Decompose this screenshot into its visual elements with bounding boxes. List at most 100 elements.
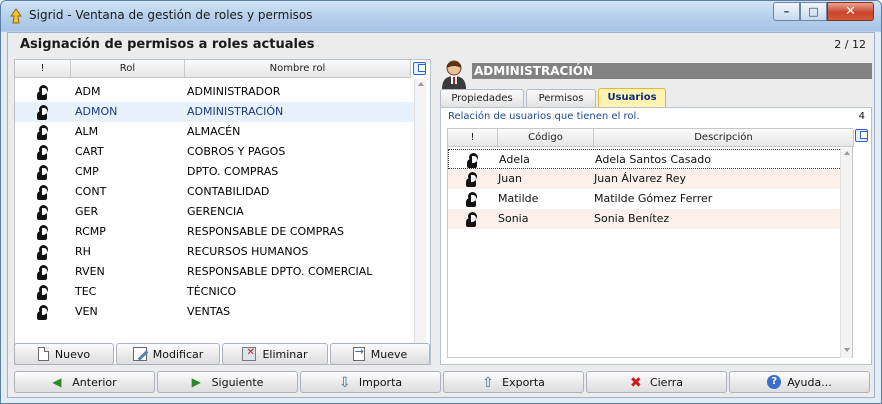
role-name: GERENCIA bbox=[187, 205, 244, 218]
role-name: CONTABILIDAD bbox=[187, 185, 270, 198]
maximize-icon: □ bbox=[808, 5, 819, 18]
column-header-description[interactable]: Descripción bbox=[594, 129, 854, 147]
maximize-button[interactable]: □ bbox=[800, 2, 827, 21]
modify-role-button[interactable]: Modificar bbox=[116, 343, 220, 365]
role-row[interactable]: GER GERENCIA bbox=[15, 202, 415, 222]
role-name: TÉCNICO bbox=[187, 285, 237, 298]
tab-permisos[interactable]: Permisos bbox=[526, 89, 596, 107]
person-icon bbox=[466, 212, 478, 227]
user-row[interactable]: Adela Adela Santos Casado bbox=[448, 149, 852, 169]
role-code: CMP bbox=[75, 165, 99, 178]
role-title: ADMINISTRACIÓN bbox=[472, 63, 872, 79]
column-header-role[interactable]: Rol bbox=[71, 60, 185, 78]
help-label: Ayuda... bbox=[787, 375, 832, 389]
user-description: Sonia Benítez bbox=[594, 212, 670, 225]
person-icon bbox=[466, 172, 478, 187]
title-bar[interactable]: Sigrid - Ventana de gestión de roles y p… bbox=[1, 1, 881, 31]
column-header-flag[interactable]: ! bbox=[15, 60, 71, 78]
close-window-icon: ✕ bbox=[845, 4, 856, 19]
role-code: ADMON bbox=[75, 105, 118, 118]
help-button[interactable]: ? Ayuda... bbox=[729, 371, 870, 393]
role-name: VENTAS bbox=[187, 305, 231, 318]
new-role-button[interactable]: Nuevo bbox=[14, 343, 114, 365]
external-link-icon[interactable] bbox=[855, 129, 868, 142]
role-row[interactable]: RH RECURSOS HUMANOS bbox=[15, 242, 415, 262]
user-code: Juan bbox=[498, 172, 522, 185]
column-header-code[interactable]: Código bbox=[498, 129, 594, 147]
scroll-up-icon[interactable] bbox=[418, 82, 424, 86]
role-row[interactable]: RCMP RESPONSABLE DE COMPRAS bbox=[15, 222, 415, 242]
tab-usuarios[interactable]: Usuarios bbox=[598, 88, 666, 107]
move-role-button[interactable]: Mueve bbox=[330, 343, 430, 365]
person-icon bbox=[37, 185, 49, 200]
import-label: Importa bbox=[358, 375, 403, 389]
close-icon bbox=[630, 375, 644, 389]
previous-label: Anterior bbox=[72, 375, 117, 389]
external-link-icon[interactable] bbox=[413, 62, 426, 75]
arrow-right-icon bbox=[192, 375, 206, 389]
user-row[interactable]: Matilde Matilde Gómez Ferrer bbox=[448, 189, 852, 209]
tab-propiedades[interactable]: Propiedades bbox=[440, 89, 524, 107]
person-icon bbox=[466, 192, 478, 207]
role-row[interactable]: TEC TÉCNICO bbox=[15, 282, 415, 302]
user-description: Juan Álvarez Rey bbox=[594, 172, 687, 185]
next-label: Siguiente bbox=[211, 375, 264, 389]
delete-role-button[interactable]: Eliminar bbox=[222, 343, 328, 365]
person-icon bbox=[37, 145, 49, 160]
role-row[interactable]: ADMON ADMINISTRACIÓN bbox=[15, 102, 415, 122]
import-button[interactable]: Importa bbox=[300, 371, 441, 393]
page-title: Asignación de permisos a roles actuales bbox=[20, 37, 315, 52]
users-tab-panel: Relación de usuarios que tienen el rol. … bbox=[440, 107, 872, 365]
move-role-label: Mueve bbox=[370, 347, 408, 361]
roles-scrollbar[interactable] bbox=[414, 79, 426, 365]
role-name: ADMINISTRACIÓN bbox=[187, 105, 284, 118]
users-grid: ! Código Descripción Adela Adela Santos C… bbox=[447, 128, 854, 358]
users-scrollbar[interactable] bbox=[840, 148, 852, 358]
person-icon bbox=[37, 205, 49, 220]
person-icon bbox=[37, 225, 49, 240]
role-row[interactable]: ALM ALMACÉN bbox=[15, 122, 415, 142]
column-header-flag[interactable]: ! bbox=[448, 129, 498, 147]
close-window-button[interactable]: ✕ bbox=[827, 2, 874, 21]
minimize-button[interactable]: – bbox=[773, 2, 800, 21]
column-header-role-name[interactable]: Nombre rol bbox=[185, 60, 411, 78]
user-code: Matilde bbox=[498, 192, 539, 205]
close-button[interactable]: Cierra bbox=[586, 371, 727, 393]
role-row[interactable]: ADM ADMINISTRADOR bbox=[15, 82, 415, 102]
role-row[interactable]: CART COBROS Y PAGOS bbox=[15, 142, 415, 162]
role-code: RCMP bbox=[75, 225, 106, 238]
import-icon bbox=[339, 375, 353, 389]
person-icon bbox=[467, 153, 479, 168]
role-name: RESPONSABLE DE COMPRAS bbox=[187, 225, 345, 238]
role-name: RECURSOS HUMANOS bbox=[187, 245, 309, 258]
export-label: Exporta bbox=[502, 375, 545, 389]
scroll-up-icon[interactable] bbox=[844, 151, 850, 155]
role-row[interactable]: RVEN RESPONSABLE DPTO. COMERCIAL bbox=[15, 262, 415, 282]
previous-button[interactable]: Anterior bbox=[14, 371, 155, 393]
export-button[interactable]: Exporta bbox=[443, 371, 584, 393]
scroll-down-icon[interactable] bbox=[844, 348, 850, 352]
role-row[interactable]: CMP DPTO. COMPRAS bbox=[15, 162, 415, 182]
person-icon bbox=[37, 165, 49, 180]
role-row[interactable]: CONT CONTABILIDAD bbox=[15, 182, 415, 202]
main-window: Sigrid - Ventana de gestión de roles y p… bbox=[0, 0, 882, 404]
person-icon bbox=[37, 245, 49, 260]
modify-role-label: Modificar bbox=[152, 347, 204, 361]
role-row[interactable]: VEN VENTAS bbox=[15, 302, 415, 322]
new-role-label: Nuevo bbox=[54, 347, 91, 361]
page-counter: 2 / 12 bbox=[834, 38, 866, 51]
roles-grid: ! Rol Nombre rol ADM ADMINISTRADOR ADMON AD… bbox=[14, 59, 431, 365]
move-icon bbox=[352, 345, 365, 361]
app-icon bbox=[10, 8, 22, 24]
window-title: Sigrid - Ventana de gestión de roles y p… bbox=[29, 8, 313, 22]
person-icon bbox=[37, 305, 49, 320]
person-icon bbox=[37, 125, 49, 140]
user-row[interactable]: Sonia Sonia Benítez bbox=[448, 209, 852, 229]
help-icon: ? bbox=[767, 375, 782, 389]
export-icon bbox=[482, 375, 496, 389]
next-button[interactable]: Siguiente bbox=[157, 371, 298, 393]
close-label: Cierra bbox=[649, 375, 684, 389]
role-name: DPTO. COMPRAS bbox=[187, 165, 279, 178]
user-row[interactable]: Juan Juan Álvarez Rey bbox=[448, 169, 852, 189]
delete-icon bbox=[242, 347, 257, 361]
